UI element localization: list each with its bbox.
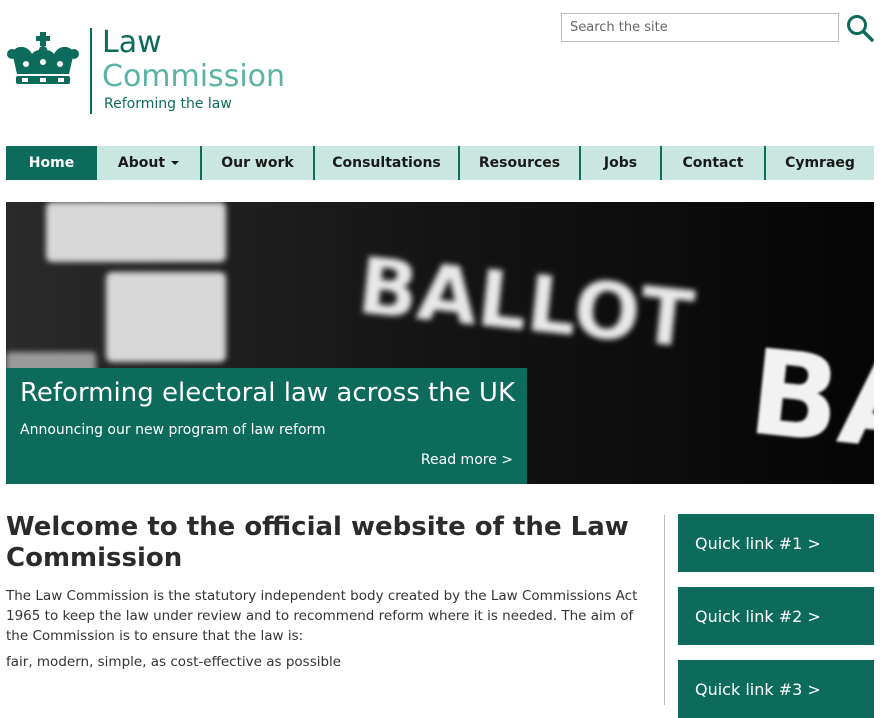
nav-label: Jobs [603,155,638,171]
nav-label: About [117,155,166,171]
main-nav: Home About Our work Consultations Resour… [6,146,874,180]
nav-label: Cymraeg [785,155,855,171]
logo-title-commission: Commission [102,59,286,94]
nav-item-cymraeg[interactable]: Cymraeg [766,146,874,180]
search-box [561,13,839,42]
quick-link-1[interactable]: Quick link #1 > [678,514,874,572]
column-divider [664,515,665,705]
hero-caption: Reforming electoral law across the UK An… [6,368,527,484]
search-input[interactable] [562,14,838,41]
read-more-link[interactable]: Read more > [421,452,513,468]
nav-label: Consultations [332,155,441,171]
nav-item-resources[interactable]: Resources [460,146,581,180]
hero-subtitle: Announcing our new program of law reform [20,422,326,438]
ba-text: BA [743,323,874,479]
nav-item-consultations[interactable]: Consultations [315,146,460,180]
logo-divider [90,28,92,114]
intro-paragraph: The Law Commission is the statutory inde… [6,588,638,644]
nav-item-contact[interactable]: Contact [662,146,766,180]
nav-item-our-work[interactable]: Our work [202,146,315,180]
aims-paragraph: fair, modern, simple, as cost-effective … [6,654,342,670]
caret-down-icon [171,161,180,165]
nav-label: Our work [221,155,294,171]
search-button[interactable] [845,13,875,43]
page-title: Welcome to the official website of the L… [6,512,629,573]
nav-item-about[interactable]: About [97,146,202,180]
logo-title-law: Law [102,25,162,60]
crown-icon [7,32,79,84]
logo-tagline: Reforming the law [104,96,232,112]
nav-label: Home [28,155,75,171]
main-content: Welcome to the official website of the L… [6,512,656,670]
search-icon [847,15,874,42]
hero-title: Reforming electoral law across the UK [20,378,516,408]
hero-banner[interactable]: BALLOT BA Reforming electoral law across… [6,202,874,484]
nav-label: Contact [682,155,744,171]
site-logo[interactable]: Law Commission Reforming the law [6,25,306,118]
nav-item-jobs[interactable]: Jobs [581,146,662,180]
quick-link-3[interactable]: Quick link #3 > [678,660,874,718]
nav-item-home[interactable]: Home [6,146,97,180]
nav-label: Resources [478,155,561,171]
quick-link-2[interactable]: Quick link #2 > [678,587,874,645]
